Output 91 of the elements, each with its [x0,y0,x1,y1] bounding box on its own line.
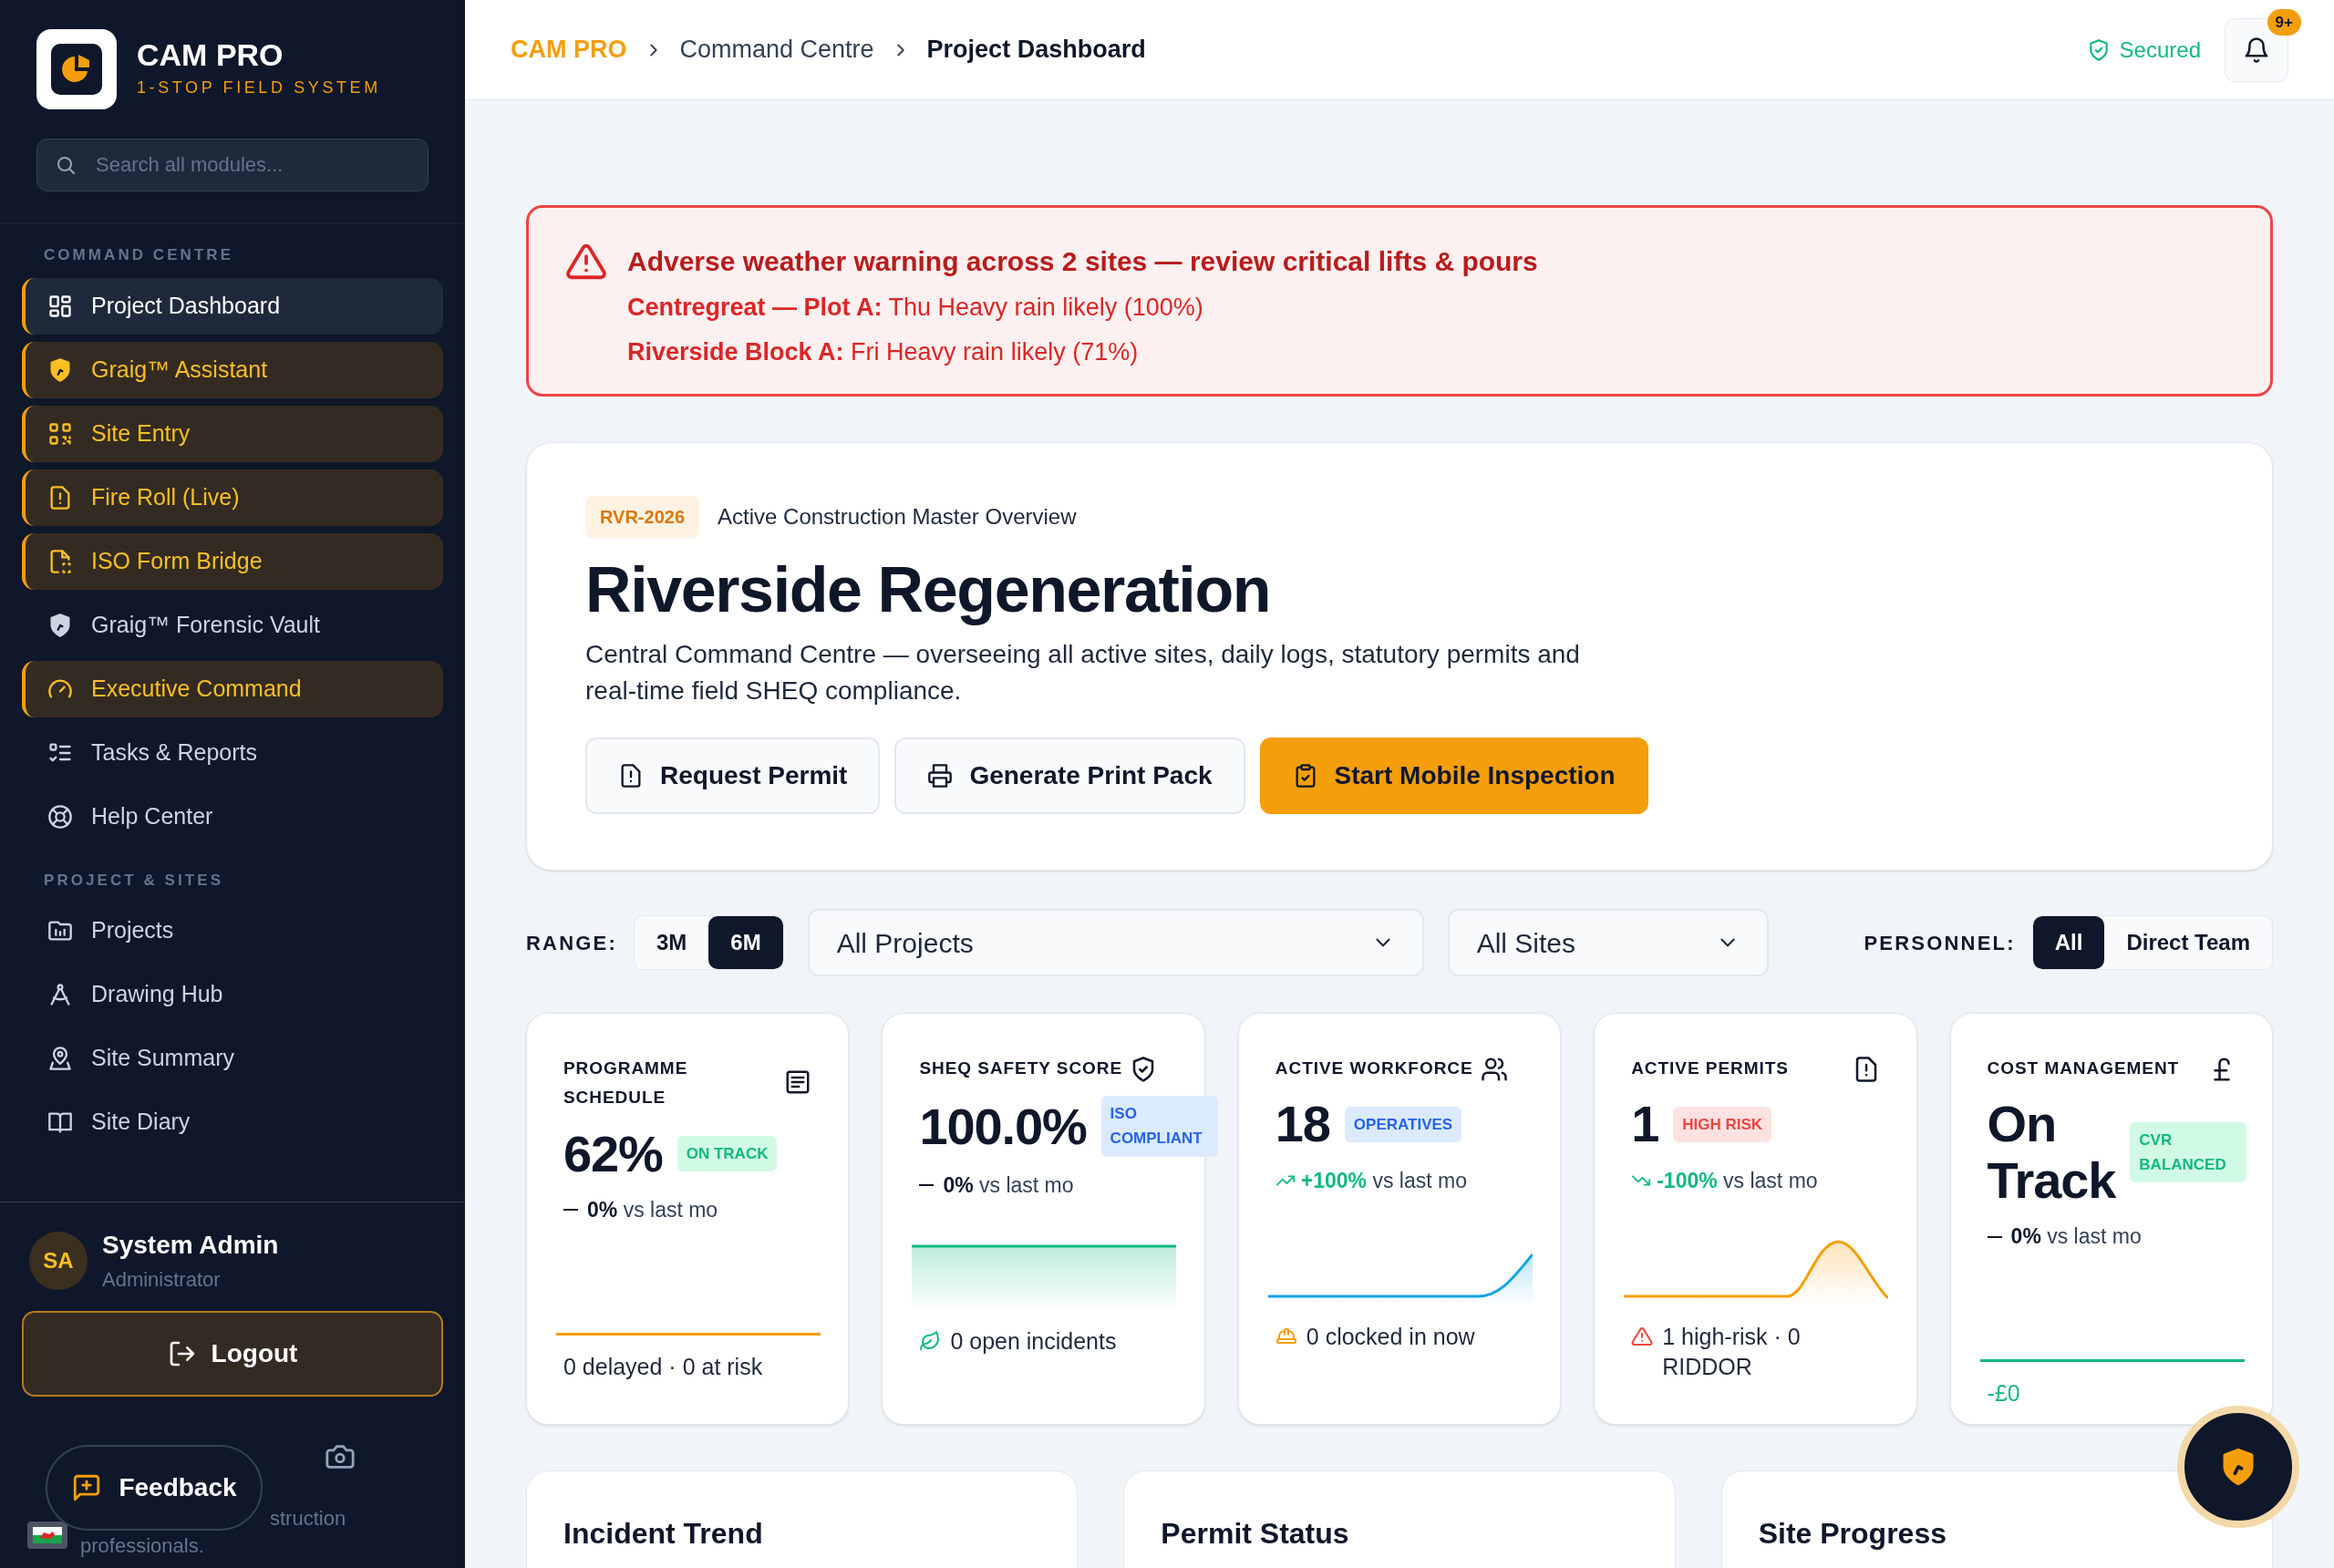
grid-icon [47,293,73,319]
filter-tab[interactable]: All [2032,916,2105,969]
kpi-title: ACTIVE PERMITS [1631,1057,1789,1079]
lifebuoy-icon [47,803,73,830]
panel-title: Incident Trend [563,1517,763,1550]
brand-name: CAM PRO [137,38,284,70]
feedback-button[interactable]: Feedback [46,1445,263,1531]
filter-label: RANGE: [526,930,617,956]
kpi-title: ACTIVE WORKFORCE [1275,1057,1473,1079]
search-field[interactable]: Search all modules... [36,139,429,191]
nav-item[interactable]: Projects [22,903,443,959]
nav-item[interactable]: Graig™ Assistant [22,341,443,398]
panel-title: Permit Status [1161,1517,1349,1550]
footer-text: struction [270,1509,346,1529]
kpi-footer: 0 delayed · 0 at risk [563,1351,763,1382]
kpi-badge: HIGH RISK [1673,1106,1772,1142]
project-code: RVR-2026 [585,496,700,538]
leaf-icon [919,1330,942,1353]
nav-item[interactable]: Help Center [22,788,443,845]
logo-icon [51,44,102,95]
kpi-change: 0% vs last mo [587,1197,718,1224]
kpi-badge: ISO COMPLIANT [1100,1096,1218,1157]
qr-code-icon [47,420,73,447]
filter-tab[interactable]: Direct Team [2104,916,2272,969]
user-name: System Admin [102,1230,279,1261]
kpi-change: 0% vs last mo [2010,1223,2142,1251]
filter-tab[interactable]: 6M [708,916,783,969]
kpi-change: -100% vs last mo [1657,1167,1818,1194]
kpi-footer: 0 clocked in now [1306,1322,1475,1352]
dash-icon [563,1209,578,1212]
footer-text: professionals. [80,1536,204,1556]
project-description: Central Command Centre — overseeing all active sites, daily logs, statutory permits and real-time field SHEQ compliance. [585,638,1581,707]
nav-item[interactable]: Project Dashboard [22,277,443,335]
kpi-footer: 1 high-risk · 0 RIDDOR [1662,1322,1880,1382]
dropdown[interactable]: All Projects [807,909,1424,976]
dropdown[interactable]: All Sites [1447,909,1769,976]
bell-icon [2243,36,2270,64]
dash-icon [1987,1235,2002,1238]
alert-line: Centregreat — Plot A: Thu Heavy rain likely (100%) [627,293,1204,323]
map-pin-icon [47,1046,73,1071]
nav-item[interactable]: Graig™ Forensic Vault [22,596,443,654]
logout-button[interactable]: Logout [22,1311,443,1397]
kpi-footer: -£0 [1987,1378,2020,1408]
kpi-title: COST MANAGEMENT [1987,1057,2180,1079]
nav-item[interactable]: Site Entry [22,405,443,462]
nav-item[interactable]: Site Diary [22,1094,443,1150]
dash-icon [919,1183,935,1186]
nav-item[interactable]: Fire Roll (Live) [22,469,443,526]
alert-title: Adverse weather warning across 2 sites — review critical lifts & pours [627,245,1538,278]
nav-item[interactable]: ISO Form Bridge [22,532,443,590]
project-title: Riverside Regeneration [585,553,1272,627]
nav-item[interactable]: Tasks & Reports [22,724,443,781]
flag-icon [27,1522,67,1549]
alert-line: Riverside Block A: Fri Heavy rain likely (71%) [627,336,1140,367]
users-icon [1480,1056,1508,1083]
security-status: Secured [2119,36,2201,64]
action-button[interactable]: Generate Print Pack [894,737,1245,814]
kpi-badge: OPERATIVES [1344,1106,1462,1142]
kpi-badge: CVR BALANCED [2130,1121,2247,1183]
kpi-value: 100.0% [919,1098,1087,1155]
search-icon [55,154,77,176]
action-button[interactable]: Request Permit [585,737,881,814]
filter-tab[interactable]: 3M [635,916,709,969]
filter-label: PERSONNEL: [1864,930,2016,956]
panel-title: Site Progress [1758,1517,1947,1550]
project-subtitle: Active Construction Master Overview [718,503,1077,531]
kpi-value: 62% [563,1125,663,1182]
kpi-footer: 0 open incidents [950,1326,1117,1357]
kpi-change: +100% vs last mo [1300,1167,1467,1194]
kpi-badge: ON TRACK [676,1135,778,1171]
action-button[interactable]: Start Mobile Inspection [1259,737,1648,814]
brand-tagline: 1-STOP FIELD SYSTEM [137,77,381,98]
kpi-title: PROGRAMME SCHEDULE [563,1057,689,1109]
kpi-value: 1 [1631,1096,1659,1152]
kpi-value: On Track [1987,1096,2116,1209]
nav-item[interactable]: Executive Command [22,660,443,717]
printer-icon [927,762,954,789]
kpi-title: SHEQ SAFETY SCORE [919,1057,1123,1079]
breadcrumb-item[interactable]: Command Centre [679,31,874,68]
kpi-change: 0% vs last mo [943,1171,1074,1199]
nav-item[interactable]: Drawing Hub [22,966,443,1023]
kpi-value: 18 [1275,1096,1330,1152]
list-icon [784,1068,812,1096]
warning-icon [1631,1326,1654,1348]
nav-item[interactable]: Site Summary [22,1030,443,1087]
section-heading: PROJECT & SITES [43,870,225,891]
notification-count: 9+ [2267,8,2301,36]
section-heading: COMMAND CENTRE [43,245,235,265]
user-role: Administrator [102,1267,222,1293]
user-avatar: SA [29,1231,88,1290]
breadcrumb-item: Project Dashboard [926,35,1146,66]
